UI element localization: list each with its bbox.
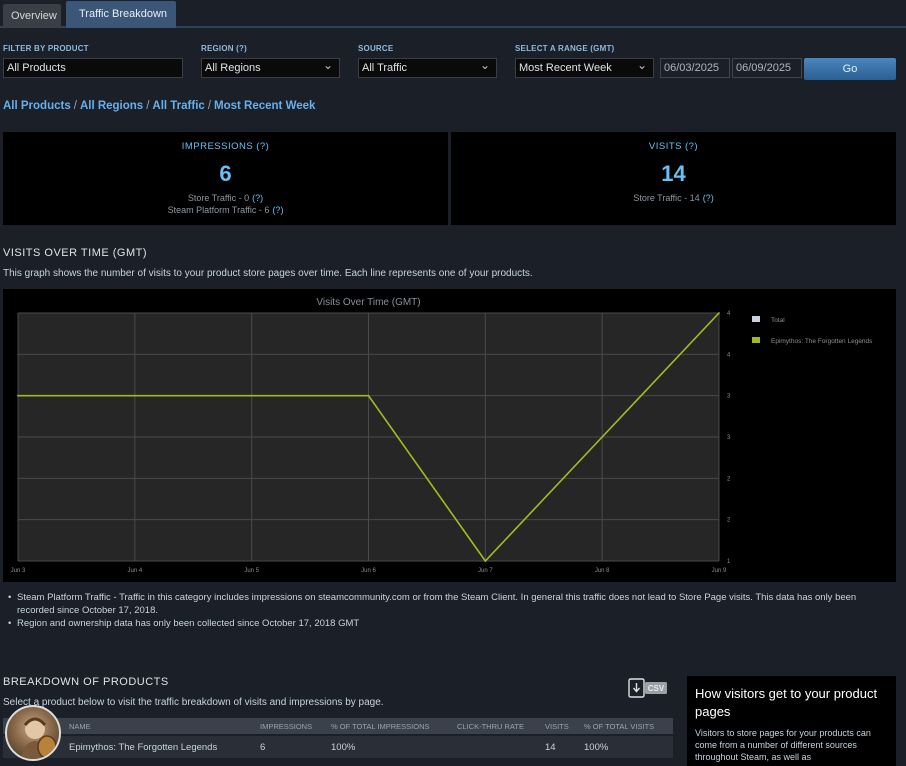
col-impressions[interactable]: IMPRESSIONS [260, 722, 312, 731]
tab-overview[interactable]: Overview [3, 4, 61, 28]
visits-chart: Visits Over Time (GMT) Jun 3 Jun 4 Jun 5 Jun… [3, 289, 896, 582]
col-pct-visits[interactable]: % OF TOTAL VISITS [584, 722, 654, 731]
x-tick-label: Jun 7 [478, 568, 493, 574]
tab-bar: Overview Traffic Breakdown [0, 0, 906, 28]
source-select-value: All Traffic [362, 62, 408, 74]
data-point [484, 560, 487, 562]
note-region-data: Region and ownership data has only been … [8, 617, 888, 630]
data-point [134, 394, 136, 397]
row-pct-visits: 100% [584, 742, 609, 753]
y-tick-label: 2 [727, 476, 731, 482]
product-filter-input[interactable]: All Products [3, 58, 183, 78]
y-tick-label: 3 [727, 435, 731, 441]
impressions-heading: IMPRESSIONS (?) [3, 141, 448, 152]
row-impressions: 6 [260, 742, 266, 753]
impressions-platform-line: Steam Platform Traffic - 6 (?) [3, 205, 448, 215]
source-filter-label: SOURCE [358, 44, 394, 53]
impressions-platform-help[interactable]: (?) [269, 205, 283, 215]
breakdown-description: Select a product below to visit the traf… [3, 697, 384, 708]
breadcrumb-separator: / [207, 100, 212, 112]
row-pct-impressions: 100% [331, 742, 356, 753]
visits-heading: VISITS (?) [451, 141, 896, 152]
legend-label: Epimythos: The Forgotten Legends [771, 338, 873, 345]
csv-download-button[interactable]: CSV [628, 678, 668, 698]
data-point [601, 436, 603, 438]
breadcrumb-range[interactable]: Most Recent Week [214, 100, 315, 112]
breakdown-table-header: NAME IMPRESSIONS % OF TOTAL IMPRESSIONS … [3, 718, 673, 734]
impressions-help[interactable]: (?) [253, 141, 269, 152]
range-select[interactable]: Most Recent Week [515, 56, 654, 78]
region-select-value: All Regions [205, 62, 261, 74]
impressions-value: 6 [219, 161, 232, 186]
product-filter-label: FILTER BY PRODUCT [3, 44, 89, 53]
row-visits: 14 [545, 742, 556, 753]
data-point [17, 394, 19, 397]
y-tick-label: 4 [727, 311, 731, 317]
notes-list: Steam Platform Traffic - Traffic in this… [8, 591, 888, 630]
chart-title: Visits Over Time (GMT) [316, 297, 420, 308]
x-tick-label: Jun 8 [595, 568, 610, 574]
data-point [718, 312, 720, 314]
csv-label: CSV [648, 684, 665, 693]
legend-swatch [752, 337, 760, 343]
impressions-panel: IMPRESSIONS (?) 6 Store Traffic - 0 (?) St… [3, 132, 448, 225]
source-select[interactable]: All Traffic [358, 56, 497, 78]
tab-traffic-breakdown[interactable]: Traffic Breakdown [66, 1, 176, 28]
range-select-value: Most Recent Week [519, 62, 612, 74]
breadcrumb-product[interactable]: All Products [3, 100, 71, 112]
data-point [367, 394, 370, 397]
legend-swatch [752, 316, 760, 322]
visits-value: 14 [661, 161, 686, 186]
y-tick-label: 2 [727, 518, 731, 524]
visits-panel: VISITS (?) 14 Store Traffic - 14 (?) [451, 132, 896, 225]
visits-chart-svg: Visits Over Time (GMT) Jun 3 Jun 4 Jun 5 Jun… [11, 297, 874, 574]
breakdown-title: BREAKDOWN OF PRODUCTS [3, 676, 169, 688]
download-arrow-icon [632, 683, 641, 693]
impressions-title: IMPRESSIONS [181, 141, 254, 152]
breadcrumb-source[interactable]: All Traffic [152, 100, 204, 112]
user-avatar[interactable] [5, 705, 61, 761]
row-name[interactable]: Epimythos: The Forgotten Legends [69, 742, 217, 753]
impressions-platform-text: Steam Platform Traffic - 6 [167, 205, 270, 215]
data-point [250, 394, 253, 397]
table-row[interactable]: Epimythos: The Forgotten Legends 6 100% … [3, 736, 673, 758]
breadcrumb: All Products / All Regions / All Traffic / Mos… [3, 100, 315, 112]
impressions-store-help[interactable]: (?) [249, 193, 263, 203]
impressions-store-line: Store Traffic - 0 (?) [3, 193, 448, 203]
x-tick-label: Jun 9 [712, 568, 727, 574]
col-ctr[interactable]: CLICK-THRU RATE [457, 722, 524, 731]
range-filter-label: SELECT A RANGE (GMT) [515, 44, 615, 53]
note-platform-traffic: Steam Platform Traffic - Traffic in this… [8, 591, 888, 617]
x-tick-label: Jun 4 [127, 568, 142, 574]
legend-label: Total [771, 317, 785, 324]
start-date-input[interactable]: 06/03/2025 [660, 58, 730, 78]
breadcrumb-separator: / [73, 100, 77, 112]
breadcrumb-region[interactable]: All Regions [80, 100, 143, 112]
col-name[interactable]: NAME [69, 722, 91, 731]
col-visits[interactable]: VISITS [545, 722, 569, 731]
region-filter-label: REGION (?) [201, 44, 247, 53]
y-tick-label: 4 [727, 352, 731, 358]
visits-over-time-title: VISITS OVER TIME (GMT) [3, 247, 148, 259]
visits-store-line: Store Traffic - 14 (?) [451, 193, 896, 203]
how-visitors-panel: How visitors get to your product pages V… [687, 676, 896, 766]
x-tick-label: Jun 5 [244, 568, 259, 574]
visits-title: VISITS [648, 141, 682, 152]
impressions-store-text: Store Traffic - 0 [187, 193, 250, 203]
end-date-input[interactable]: 06/09/2025 [732, 58, 802, 78]
x-tick-label: Jun 6 [361, 568, 376, 574]
go-button[interactable]: Go [804, 58, 896, 80]
visits-help[interactable]: (?) [682, 141, 698, 152]
x-tick-label: Jun 3 [11, 568, 26, 574]
how-visitors-title: How visitors get to your product pages [695, 686, 878, 719]
region-select[interactable]: All Regions [201, 56, 340, 78]
visits-store-help[interactable]: (?) [700, 193, 714, 203]
col-pct-impressions[interactable]: % OF TOTAL IMPRESSIONS [331, 722, 430, 731]
how-visitors-body: Visitors to store pages for your product… [695, 728, 871, 762]
visits-over-time-description: This graph shows the number of visits to… [3, 268, 533, 279]
y-tick-label: 3 [727, 394, 731, 400]
y-tick-label: 1 [727, 559, 731, 565]
visits-store-text: Store Traffic - 14 [633, 193, 700, 203]
